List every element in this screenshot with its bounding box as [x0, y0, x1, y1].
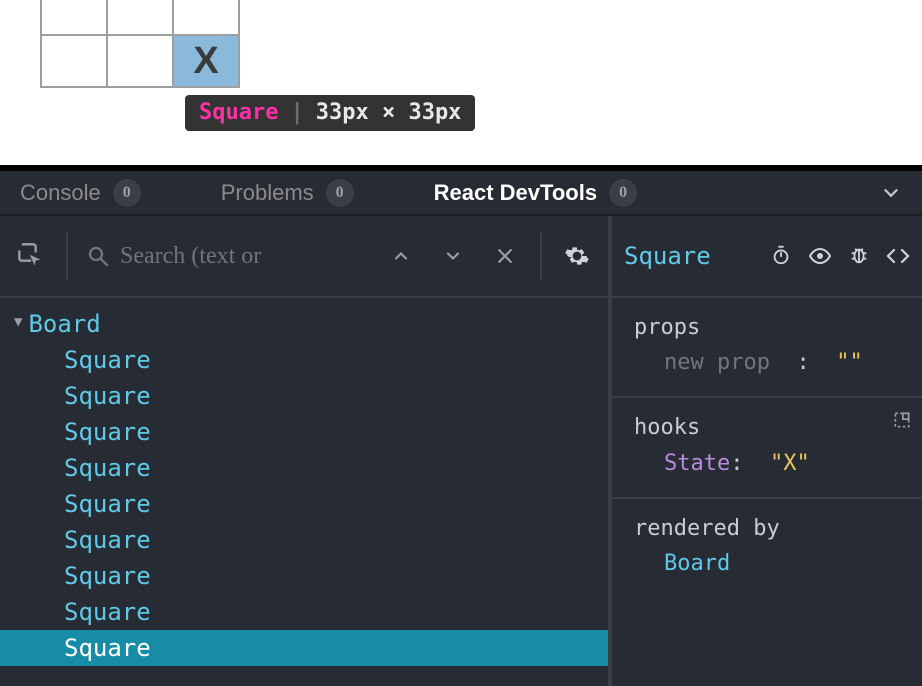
chevron-down-icon: [443, 246, 463, 266]
inspector-right-pane: Square props: [612, 216, 922, 686]
disclosure-triangle-icon: ▼: [14, 312, 22, 333]
hook-state-row[interactable]: State: "X": [634, 446, 922, 481]
tree-row-board[interactable]: ▼Board: [0, 306, 608, 342]
stopwatch-icon: [770, 244, 792, 266]
toolbar-separator: [66, 232, 68, 280]
search-prev-button[interactable]: [384, 239, 418, 273]
toolbar-separator: [540, 232, 542, 280]
tree-row-square[interactable]: Square: [0, 378, 608, 414]
tree-row-square[interactable]: Square: [0, 342, 608, 378]
tree-row-square[interactable]: Square: [0, 486, 608, 522]
tooltip-separator: |: [290, 102, 303, 124]
tab-react-label: React DevTools: [434, 182, 597, 204]
search-clear-button[interactable]: [488, 239, 522, 273]
code-icon: [886, 244, 910, 268]
tab-problems-badge: 0: [326, 179, 354, 207]
new-prop-value: "": [836, 350, 863, 375]
chevron-up-icon: [391, 246, 411, 266]
hooks-parse-button[interactable]: [892, 410, 912, 430]
components-toolbar: [0, 216, 608, 298]
settings-button[interactable]: [560, 239, 594, 273]
tree-row-square[interactable]: Square: [0, 558, 608, 594]
rendered-by-section: rendered by Board: [612, 499, 922, 597]
inspect-element-button[interactable]: [14, 239, 48, 273]
tooltip-component-name: Square: [199, 102, 278, 124]
hooks-heading: hooks: [634, 410, 922, 445]
game-area: X Square | 33px × 33px: [0, 0, 922, 165]
board-cell[interactable]: [107, 35, 173, 87]
tree-row-square[interactable]: Square: [0, 594, 608, 630]
tree-row-square[interactable]: Square: [0, 630, 608, 666]
close-icon: [495, 246, 515, 266]
tab-console-badge: 0: [113, 179, 141, 207]
suspend-button[interactable]: [770, 244, 792, 268]
tree-row-square[interactable]: Square: [0, 414, 608, 450]
tab-console-label: Console: [20, 182, 101, 204]
eye-icon: [808, 244, 832, 268]
tab-react-badge: 0: [609, 179, 637, 207]
dimensions-tooltip: Square | 33px × 33px: [185, 95, 475, 131]
devtools-tabstrip: Console 0 Problems 0 React DevTools 0: [0, 171, 922, 216]
cell-value: X: [174, 36, 238, 86]
props-heading: props: [634, 310, 922, 345]
expand-icon: [892, 410, 912, 430]
log-to-console-button[interactable]: [848, 244, 870, 268]
devtools-panel: Console 0 Problems 0 React DevTools 0: [0, 165, 922, 686]
board-cell[interactable]: [41, 0, 107, 35]
search-next-button[interactable]: [436, 239, 470, 273]
component-tree[interactable]: ▼BoardSquareSquareSquareSquareSquareSqua…: [0, 298, 608, 686]
rendered-by-heading: rendered by: [634, 511, 922, 546]
hooks-section: hooks State: "X": [612, 398, 922, 498]
inspector-header: Square: [612, 216, 922, 298]
hook-state-value: "X": [770, 451, 810, 476]
props-new-row[interactable]: new prop : "": [634, 345, 922, 380]
search-input[interactable]: [120, 243, 320, 270]
tree-row-square[interactable]: Square: [0, 450, 608, 486]
search-icon: [86, 244, 110, 268]
tab-console[interactable]: Console 0: [20, 179, 141, 207]
inspect-dom-button[interactable]: [808, 244, 832, 268]
board-cell-selected[interactable]: X: [173, 35, 239, 87]
tooltip-dimensions: 33px × 33px: [316, 102, 462, 124]
tree-row-square[interactable]: Square: [0, 522, 608, 558]
board-cell[interactable]: [41, 35, 107, 87]
new-prop-key: new prop: [664, 350, 770, 375]
rendered-by-link[interactable]: Board: [634, 546, 922, 581]
components-left-pane: ▼BoardSquareSquareSquareSquareSquareSqua…: [0, 216, 612, 686]
search-field-wrap: [86, 243, 372, 270]
tabs-overflow-button[interactable]: [880, 182, 902, 204]
tab-react-devtools[interactable]: React DevTools 0: [434, 179, 637, 207]
tictactoe-board: X: [40, 0, 240, 88]
board-cell[interactable]: [107, 0, 173, 35]
tab-problems-label: Problems: [221, 182, 314, 204]
view-source-button[interactable]: [886, 244, 910, 268]
board-cell[interactable]: [173, 0, 239, 35]
inspect-cursor-icon: [17, 242, 45, 270]
props-section: props new prop : "": [612, 298, 922, 398]
hook-state-key: State: [664, 451, 730, 476]
chevron-down-icon: [880, 182, 902, 204]
tab-problems[interactable]: Problems 0: [221, 179, 354, 207]
bug-icon: [848, 244, 870, 266]
selected-component-name: Square: [624, 244, 756, 268]
gear-icon: [564, 243, 590, 269]
